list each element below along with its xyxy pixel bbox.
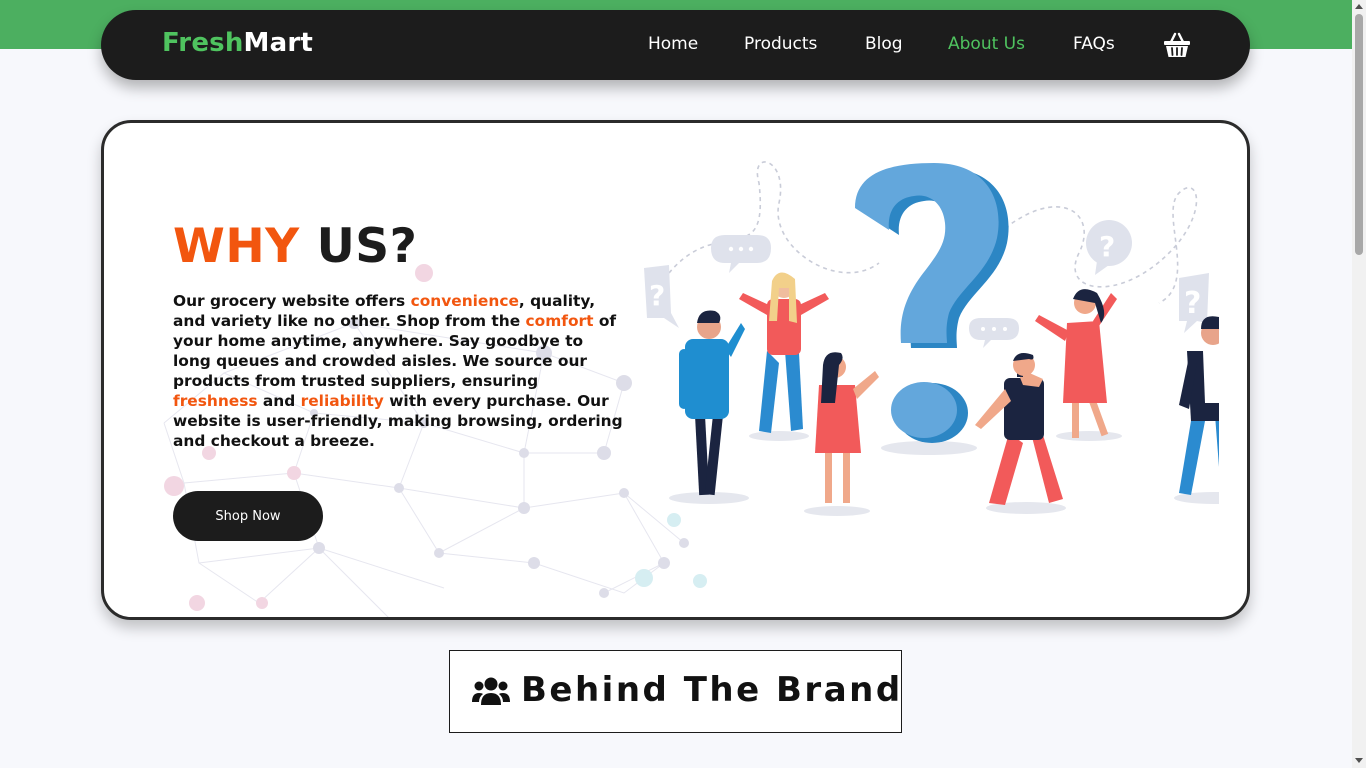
highlight-comfort: comfort xyxy=(525,312,594,330)
scroll-down-arrow-icon[interactable] xyxy=(1355,758,1363,763)
navbar: FreshMart Home Products Blog About Us FA… xyxy=(101,10,1250,80)
section-title: Behind The Brand xyxy=(521,670,903,710)
why-us-card: WHY US? Our grocery website offers conve… xyxy=(101,120,1250,620)
nav-products[interactable]: Products xyxy=(744,34,817,54)
behind-the-brand-heading: Behind The Brand xyxy=(449,650,902,733)
shop-now-button[interactable]: Shop Now xyxy=(173,491,323,541)
nav-blog[interactable]: Blog xyxy=(865,34,903,54)
svg-text:?: ? xyxy=(649,279,665,312)
shopping-basket-icon[interactable] xyxy=(1162,31,1192,59)
hero-text-1: Our grocery website offers xyxy=(173,292,411,310)
nav-home[interactable]: Home xyxy=(648,34,698,54)
svg-text:?: ? xyxy=(1099,230,1115,263)
logo-mart: Mart xyxy=(243,28,314,58)
highlight-freshness: freshness xyxy=(173,392,258,410)
vertical-scrollbar[interactable] xyxy=(1352,0,1366,768)
hero-title-us: US? xyxy=(316,219,418,274)
highlight-reliability: reliability xyxy=(300,392,384,410)
nav-faqs[interactable]: FAQs xyxy=(1073,34,1115,54)
scroll-up-arrow-icon[interactable] xyxy=(1355,4,1363,9)
users-icon xyxy=(472,677,510,705)
scroll-thumb[interactable] xyxy=(1355,14,1363,255)
hero-title: WHY US? xyxy=(173,219,417,274)
hero-title-why: WHY xyxy=(173,219,300,274)
logo[interactable]: FreshMart xyxy=(162,28,313,58)
svg-text:?: ? xyxy=(1184,286,1201,321)
logo-fresh: Fresh xyxy=(162,28,244,58)
hero-text-4: and xyxy=(257,392,301,410)
question-people-illustration: ? ? ? xyxy=(644,161,1219,516)
hero-description: Our grocery website offers convenience, … xyxy=(173,291,623,451)
highlight-convenience: convenience xyxy=(410,292,519,310)
nav-about-us[interactable]: About Us xyxy=(948,34,1025,54)
